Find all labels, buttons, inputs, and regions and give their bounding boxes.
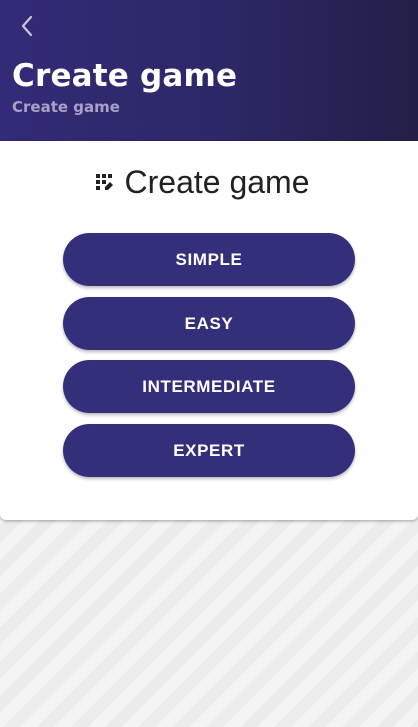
- chevron-left-icon: [20, 15, 34, 41]
- back-button[interactable]: [13, 14, 41, 42]
- dice-grid-icon: [95, 173, 113, 191]
- create-game-card: Create game SIMPLE EASY INTERMEDIATE EXP…: [0, 141, 418, 520]
- app-header: Create game Create game: [0, 0, 418, 141]
- expert-button[interactable]: EXPERT: [63, 424, 355, 477]
- card-title: Create game: [124, 164, 310, 200]
- easy-button[interactable]: EASY: [63, 297, 355, 350]
- simple-button[interactable]: SIMPLE: [63, 233, 355, 286]
- intermediate-button[interactable]: INTERMEDIATE: [63, 360, 355, 413]
- card-heading: Create game: [0, 161, 418, 203]
- page-title: Create game: [12, 58, 238, 94]
- page-subtitle: Create game: [12, 98, 120, 116]
